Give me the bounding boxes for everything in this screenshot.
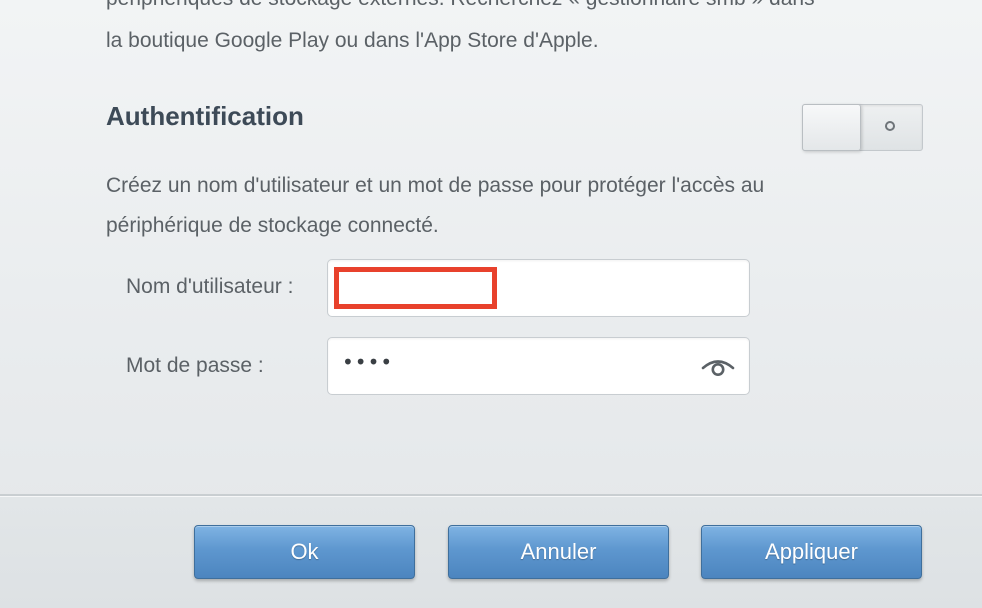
intro-line-2: la boutique Google Play ou dans l'App St… [106,29,599,52]
authentication-toggle[interactable] [802,104,923,151]
ok-button[interactable]: Ok [194,525,415,579]
footer-divider [0,494,982,497]
apply-button[interactable]: Appliquer [701,525,922,579]
password-label: Mot de passe : [126,354,264,377]
eye-icon[interactable] [701,355,735,379]
redaction-box [334,267,497,309]
authentication-description: Créez un nom d'utilisateur et un mot de … [106,166,946,246]
password-field[interactable]: •••• [327,337,750,395]
off-circle-icon [885,121,895,131]
username-label: Nom d'utilisateur : [126,275,294,298]
cancel-button[interactable]: Annuler [448,525,669,579]
intro-text: périphériques de stockage externes. Rech… [106,0,936,62]
password-value: •••• [342,350,394,374]
toggle-knob[interactable] [802,104,861,151]
username-field[interactable] [327,259,750,317]
description-line-2: périphérique de stockage connecté. [106,214,439,237]
authentication-title: Authentification [106,101,304,131]
intro-line-1: périphériques de stockage externes. Rech… [106,0,815,10]
description-line-1: Créez un nom d'utilisateur et un mot de … [106,174,765,197]
